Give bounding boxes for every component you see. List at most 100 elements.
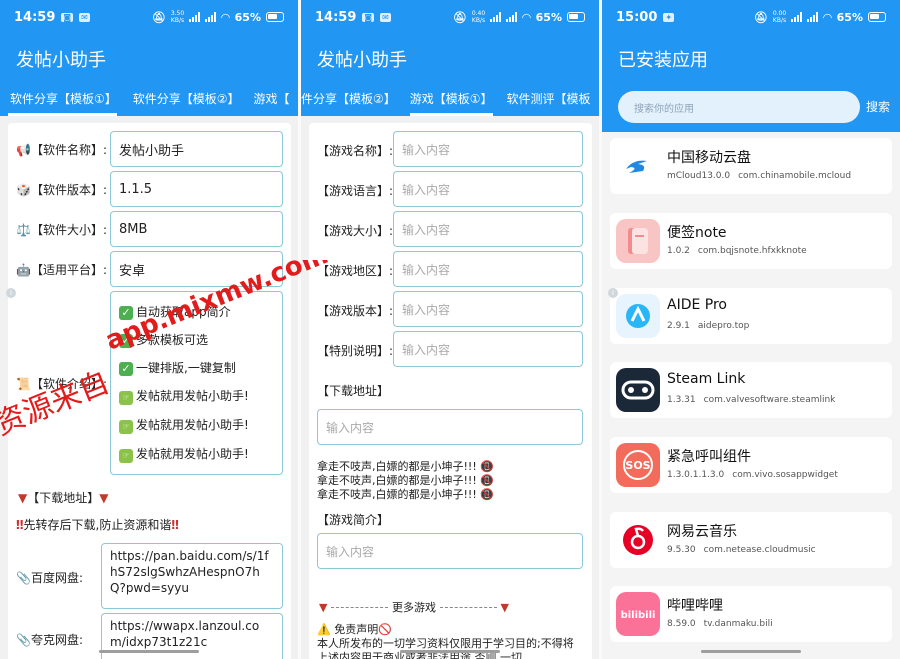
download-address-field[interactable]: 输入内容 xyxy=(317,409,583,445)
game-name-field[interactable]: 输入内容 xyxy=(393,131,583,167)
cloud-icon xyxy=(616,144,660,188)
down-triangle-icon: ▼ xyxy=(500,600,509,614)
app-search-input[interactable]: 搜索你的应用 xyxy=(618,91,860,123)
notification-icon: ◙ xyxy=(61,12,74,22)
app-name: 网易云音乐 xyxy=(667,524,737,540)
software-size-field[interactable]: 8MB xyxy=(110,211,283,247)
tab-software-template-2[interactable]: 软件分享【模板②】 xyxy=(123,84,246,116)
game-form-card: 【游戏名称】: 输入内容 【游戏语言】: 输入内容 【游戏大小】: 输入内容 【… xyxy=(309,123,592,659)
pointing-finger-icon: ☞ xyxy=(119,390,133,405)
phone-icon: 📵 xyxy=(480,488,494,501)
game-intro-field[interactable]: 输入内容 xyxy=(317,533,583,569)
baidu-link-field[interactable]: https://pan.baidu.com/s/1fhS72slgSwhzAHe… xyxy=(101,543,283,609)
net-speed-unit: KB/s xyxy=(170,17,185,24)
signal-icon xyxy=(490,12,502,22)
software-name-field[interactable]: 发帖小助手 xyxy=(110,131,283,167)
software-name-label: 📢【软件名称】: xyxy=(16,143,107,157)
app-item-mcloud[interactable]: 中国移动云盘 mCloud13.0.0 com.chinamobile.mclou… xyxy=(610,138,892,194)
sos-icon: SOS xyxy=(616,443,660,487)
battery-icon xyxy=(567,12,585,22)
tab-game-template[interactable]: 游戏【 xyxy=(246,84,296,116)
more-games-divider: ▼ 更多游戏 ▼ xyxy=(319,599,509,615)
signal-icon xyxy=(791,12,803,22)
screen-app-post-helper-game: 14:59 ◙ ✉ 🔕︎ 0.40 KB/s ◠ 65% 发帖小助手 件分享【模板… xyxy=(301,0,599,659)
app-meta: 9.5.30 com.netease.cloudmusic xyxy=(667,545,816,555)
software-intro-field[interactable]: ✓ 自动获取app简介 ✓ 多款模板可选 ✓ 一键排版,一键复制 ☞ 发帖就用发帖小助手… xyxy=(110,291,283,475)
home-indicator xyxy=(99,650,199,653)
svg-text:SOS: SOS xyxy=(625,459,650,472)
game-region-field[interactable]: 输入内容 xyxy=(393,251,583,287)
status-bar: 14:59 ◙ ✉ 🔕︎ 0.40 KB/s ◠ 65% xyxy=(301,0,599,34)
wifi-icon: ◠ xyxy=(221,10,230,24)
status-bar: 15:00 ✦ 🔕︎ 0.00 KB/s ◠ 65% xyxy=(602,0,900,34)
checkmark-icon: ✓ xyxy=(119,334,133,349)
tab-game-template-1[interactable]: 游戏【模板①】 xyxy=(402,84,499,116)
intro-line: ✓ 多款模板可选 xyxy=(119,331,208,349)
battery-percent: 65% xyxy=(836,10,863,24)
paperclip-icon: 📎 xyxy=(16,571,31,585)
net-speed-value: 0.00 xyxy=(772,10,787,17)
quark-label: 📎夸克网盘: xyxy=(16,633,83,647)
scroll-icon: 📜 xyxy=(16,377,31,391)
scale-icon: ⚖️ xyxy=(16,223,31,237)
double-exclamation-icon: ‼ xyxy=(171,518,179,532)
platform-field[interactable]: 安卓 xyxy=(110,251,283,287)
mute-icon: 🔕︎ xyxy=(151,10,166,24)
down-triangle-icon: ▼ xyxy=(319,600,328,614)
paperclip-icon: 📎 xyxy=(16,633,31,647)
page-title: 已安装应用 xyxy=(618,50,708,71)
download-address-label: 【下载地址】 xyxy=(317,384,390,398)
pointing-finger-icon: ☞ xyxy=(119,419,133,434)
home-indicator xyxy=(701,650,801,653)
warning-block: 拿走不吱声,白嫖的都是小坤子!!! 📵 拿走不吱声,白嫖的都是小坤子!!! 📵 … xyxy=(317,460,494,502)
intro-line: ✓ 自动获取app简介 xyxy=(119,303,231,321)
game-language-field[interactable]: 输入内容 xyxy=(393,171,583,207)
net-speed-value: 3.50 xyxy=(170,10,185,17)
disclaimer-title: 免责声明 xyxy=(334,623,379,636)
special-notes-field[interactable]: 输入内容 xyxy=(393,331,583,367)
info-icon: i xyxy=(608,288,618,298)
double-exclamation-icon: ‼ xyxy=(16,518,24,532)
net-speed-unit: KB/s xyxy=(772,17,787,24)
status-time: 14:59 xyxy=(315,9,357,25)
search-button[interactable]: 搜索 xyxy=(866,98,890,115)
notification-icon: ◙ xyxy=(362,12,375,22)
download-notice: ‼先转存后下载,防止资源和谐‼ xyxy=(16,518,179,532)
app-name: 便签note xyxy=(667,225,727,241)
battery-percent: 65% xyxy=(535,10,562,24)
warning-line: 拿走不吱声,白嫖的都是小坤子!!! 📵 xyxy=(317,488,494,501)
down-triangle-icon: ▼ xyxy=(99,491,109,505)
warning-line: 拿走不吱声,白嫖的都是小坤子!!! 📵 xyxy=(317,474,494,487)
game-region-label: 【游戏地区】: xyxy=(317,264,394,278)
tab-software-template-1[interactable]: 软件分享【模板①】 xyxy=(0,84,123,116)
game-version-label: 【游戏版本】: xyxy=(317,304,394,318)
app-item-sos-widget[interactable]: SOS 紧急呼叫组件 1.3.0.1.1.3.0 com.vivo.sosappw… xyxy=(610,437,892,493)
game-size-field[interactable]: 输入内容 xyxy=(393,211,583,247)
app-item-note[interactable]: 便签note 1.0.2 com.bqjsnote.hfxkknote xyxy=(610,213,892,269)
notification-icon: ✦ xyxy=(663,12,675,22)
software-version-field[interactable]: 1.1.5 xyxy=(110,171,283,207)
dice-icon: 🎲 xyxy=(16,183,31,197)
tab-software-template-2[interactable]: 件分享【模板②】 xyxy=(301,84,402,116)
special-notes-label: 【特别说明】: xyxy=(317,344,394,358)
software-size-label: ⚖️【软件大小】: xyxy=(16,223,107,237)
app-name: 中国移动云盘 xyxy=(667,150,751,166)
battery-percent: 65% xyxy=(234,10,261,24)
down-triangle-icon: ▼ xyxy=(18,491,28,505)
app-name: Steam Link xyxy=(667,371,746,387)
app-item-bilibili[interactable]: bilibili 哔哩哔哩 8.59.0 tv.danmaku.bili xyxy=(610,586,892,642)
tab-software-review-template[interactable]: 软件测评【模板 xyxy=(499,84,597,116)
signal-icon xyxy=(205,12,217,22)
app-name: 紧急呼叫组件 xyxy=(667,449,751,465)
mute-icon: 🔕︎ xyxy=(452,10,467,24)
notification-icon: ✉ xyxy=(79,12,90,22)
app-item-aide[interactable]: AIDE Pro 2.9.1 aidepro.top xyxy=(610,288,892,344)
status-time: 14:59 xyxy=(14,9,56,25)
status-bar: 14:59 ◙ ✉ 🔕︎ 3.50 KB/s ◠ 65% xyxy=(0,0,298,34)
game-version-field[interactable]: 输入内容 xyxy=(393,291,583,327)
app-meta: 1.3.31 com.valvesoftware.steamlink xyxy=(667,395,836,405)
app-title: 发帖小助手 xyxy=(317,50,407,71)
gamepad-icon xyxy=(616,368,660,412)
app-item-netease-music[interactable]: 网易云音乐 9.5.30 com.netease.cloudmusic xyxy=(610,512,892,568)
app-item-steam-link[interactable]: Steam Link 1.3.31 com.valvesoftware.steam… xyxy=(610,362,892,418)
